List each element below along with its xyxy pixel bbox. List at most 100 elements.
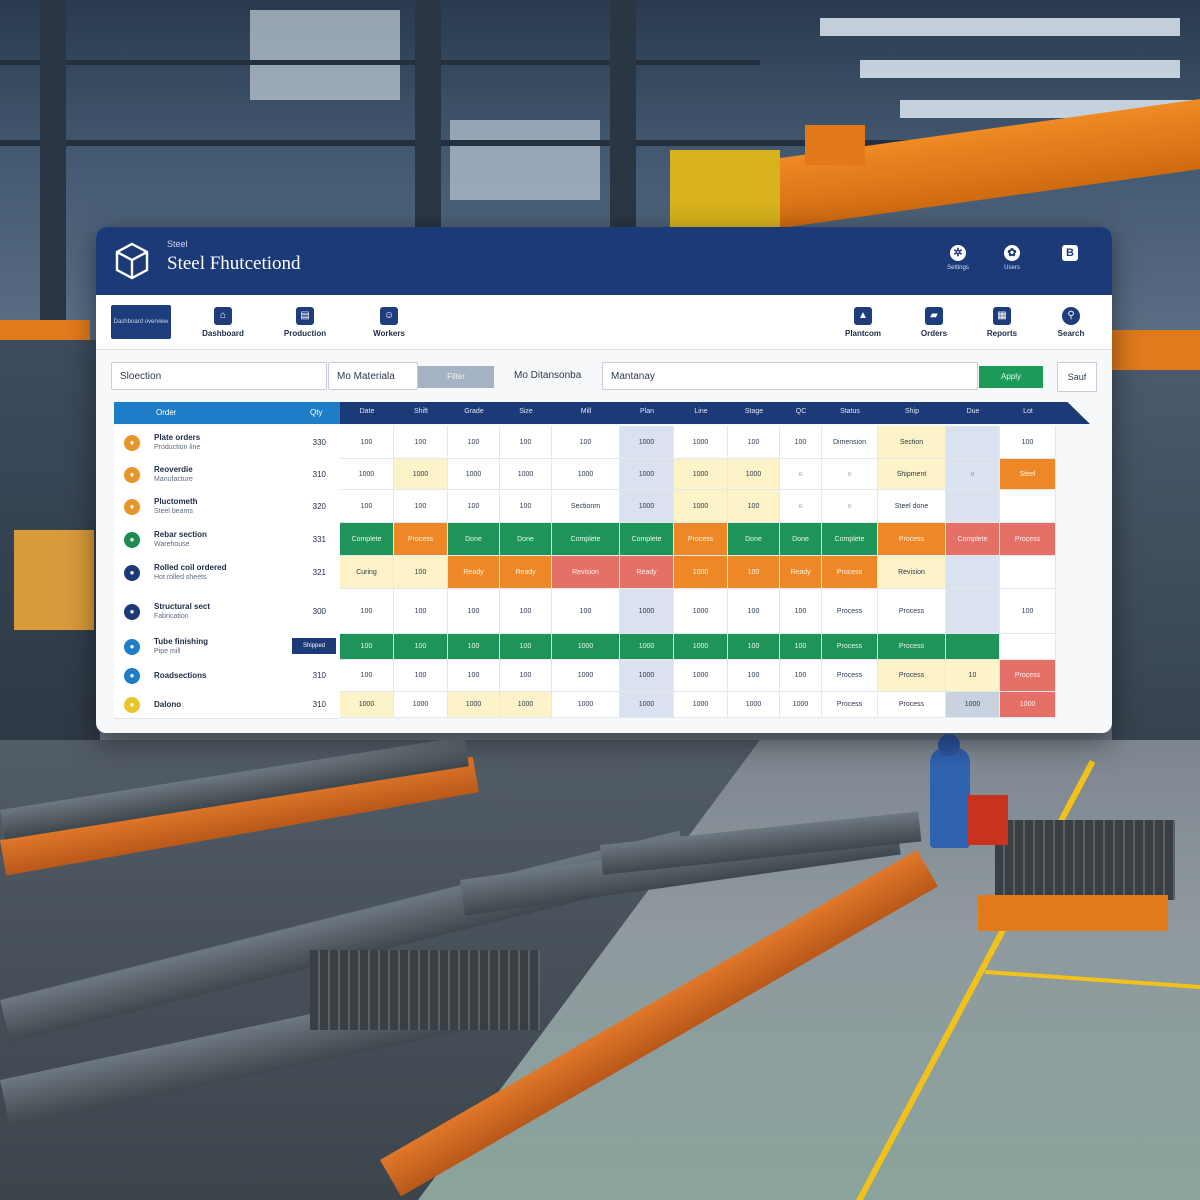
- grid-cell[interactable]: [1000, 556, 1056, 589]
- grid-cell[interactable]: Steel: [1000, 459, 1056, 490]
- grid-cell[interactable]: Complete: [822, 523, 878, 556]
- grid-header-cell[interactable]: Due: [946, 408, 1000, 415]
- grid-cell[interactable]: 100: [340, 660, 394, 692]
- grid-cell[interactable]: 1000: [674, 660, 728, 692]
- grid-header-cell[interactable]: Mill: [552, 408, 620, 415]
- grid-cell[interactable]: 100: [448, 490, 500, 523]
- grid-cell[interactable]: 1000: [620, 459, 674, 490]
- grid-cell[interactable]: 1000: [620, 490, 674, 523]
- grid-cell[interactable]: 100: [552, 589, 620, 634]
- nav-item-search[interactable]: ⚲ Search: [1036, 307, 1106, 338]
- grid-cell[interactable]: 100: [394, 589, 448, 634]
- grid-cell[interactable]: Process: [674, 523, 728, 556]
- grid-cell[interactable]: 1000: [448, 459, 500, 490]
- grid-cell[interactable]: 1000: [780, 692, 822, 718]
- grid-cell[interactable]: 1000: [1000, 692, 1056, 718]
- grid-cell[interactable]: Ready: [448, 556, 500, 589]
- grid-cell[interactable]: 100: [728, 490, 780, 523]
- grid-header-cell[interactable]: Date: [340, 408, 394, 415]
- grid-cell[interactable]: 100: [448, 660, 500, 692]
- grid-cell[interactable]: [946, 589, 1000, 634]
- save-button[interactable]: Sauf: [1057, 362, 1097, 392]
- grid-cell[interactable]: [946, 634, 1000, 660]
- grid-cell[interactable]: ○: [822, 459, 878, 490]
- grid-cell[interactable]: Revision: [878, 556, 946, 589]
- grid-cell[interactable]: 100: [340, 490, 394, 523]
- filter-button[interactable]: Filter: [418, 366, 494, 388]
- grid-cell[interactable]: 10: [946, 660, 1000, 692]
- grid-cell[interactable]: Ready: [780, 556, 822, 589]
- grid-cell[interactable]: 1000: [620, 660, 674, 692]
- grid-cell[interactable]: Shipment: [878, 459, 946, 490]
- grid-cell[interactable]: 100: [448, 426, 500, 459]
- grid-cell[interactable]: Process: [1000, 660, 1056, 692]
- grid-cell[interactable]: 100: [448, 589, 500, 634]
- grid-cell[interactable]: Process: [822, 589, 878, 634]
- grid-cell[interactable]: 100: [780, 660, 822, 692]
- grid-cell[interactable]: 100: [500, 660, 552, 692]
- grid-cell[interactable]: 100: [552, 426, 620, 459]
- grid-cell[interactable]: Process: [822, 692, 878, 718]
- grid-cell[interactable]: 100: [1000, 426, 1056, 459]
- grid-header-cell[interactable]: Lot: [1000, 408, 1056, 415]
- grid-cell[interactable]: Process: [822, 634, 878, 660]
- grid-cell[interactable]: [946, 490, 1000, 523]
- grid-cell[interactable]: Sectionm: [552, 490, 620, 523]
- grid-cell[interactable]: [946, 556, 1000, 589]
- grid-cell[interactable]: [1000, 490, 1056, 523]
- grid-cell[interactable]: 100: [394, 490, 448, 523]
- material-field[interactable]: Mo Materiala: [328, 362, 418, 390]
- grid-cell[interactable]: Process: [878, 523, 946, 556]
- nav-item-active[interactable]: Dashboard overview: [111, 305, 171, 339]
- grid-cell[interactable]: 1000: [674, 490, 728, 523]
- nav-item-orders[interactable]: ▰ Orders: [899, 307, 969, 338]
- grid-cell[interactable]: Steel done: [878, 490, 946, 523]
- grid-cell[interactable]: 100: [340, 589, 394, 634]
- grid-cell[interactable]: Process: [878, 660, 946, 692]
- grid-cell[interactable]: Complete: [620, 523, 674, 556]
- grid-cell[interactable]: 1000: [552, 459, 620, 490]
- grid-cell[interactable]: Ready: [620, 556, 674, 589]
- grid-cell[interactable]: 100: [780, 426, 822, 459]
- grid-cell[interactable]: Complete: [946, 523, 1000, 556]
- grid-cell[interactable]: Dimension: [822, 426, 878, 459]
- grid-cell[interactable]: ○: [822, 490, 878, 523]
- grid-cell[interactable]: 100: [728, 556, 780, 589]
- grid-cell[interactable]: Done: [728, 523, 780, 556]
- nav-item-dashboard[interactable]: ⌂ Dashboard: [188, 307, 258, 338]
- grid-cell[interactable]: 1000: [340, 459, 394, 490]
- grid-cell[interactable]: [1000, 634, 1056, 660]
- grid-cell[interactable]: 100: [394, 660, 448, 692]
- grid-cell[interactable]: 100: [500, 589, 552, 634]
- table-row[interactable]: ● Reoverdie Manufacture 310: [114, 459, 340, 491]
- grid-cell[interactable]: Done: [780, 523, 822, 556]
- grid-cell[interactable]: Process: [822, 556, 878, 589]
- grid-cell[interactable]: 1000: [946, 692, 1000, 718]
- grid-cell[interactable]: 1000: [728, 459, 780, 490]
- grid-cell[interactable]: ○: [780, 490, 822, 523]
- grid-cell[interactable]: 1000: [674, 634, 728, 660]
- grid-cell[interactable]: 100: [728, 634, 780, 660]
- nav-item-plantcom[interactable]: ▲ Plantcom: [828, 307, 898, 338]
- grid-cell[interactable]: [946, 426, 1000, 459]
- grid-header-cell[interactable]: Status: [822, 408, 878, 415]
- grid-cell[interactable]: 100: [728, 426, 780, 459]
- grid-cell[interactable]: 1000: [394, 692, 448, 718]
- grid-cell[interactable]: 1000: [500, 459, 552, 490]
- grid-header-cell[interactable]: Size: [500, 408, 552, 415]
- table-row[interactable]: ● Rebar section Warehouse 331: [114, 523, 340, 557]
- grid-cell[interactable]: 1000: [500, 692, 552, 718]
- nav-item-workers[interactable]: ☺ Workers: [354, 307, 424, 338]
- grid-cell[interactable]: 1000: [552, 634, 620, 660]
- nav-item-production[interactable]: ▤ Production: [270, 307, 340, 338]
- grid-header-cell[interactable]: QC: [780, 408, 822, 415]
- grid-cell[interactable]: 1000: [728, 692, 780, 718]
- grid-cell[interactable]: 1000: [340, 692, 394, 718]
- table-row[interactable]: ● Dalono 310: [114, 692, 340, 719]
- grid-cell[interactable]: 1000: [394, 459, 448, 490]
- grid-cell[interactable]: ○: [780, 459, 822, 490]
- grid-cell[interactable]: Curing: [340, 556, 394, 589]
- grid-cell[interactable]: 100: [1000, 589, 1056, 634]
- grid-cell[interactable]: Process: [878, 589, 946, 634]
- grid-cell[interactable]: 1000: [674, 459, 728, 490]
